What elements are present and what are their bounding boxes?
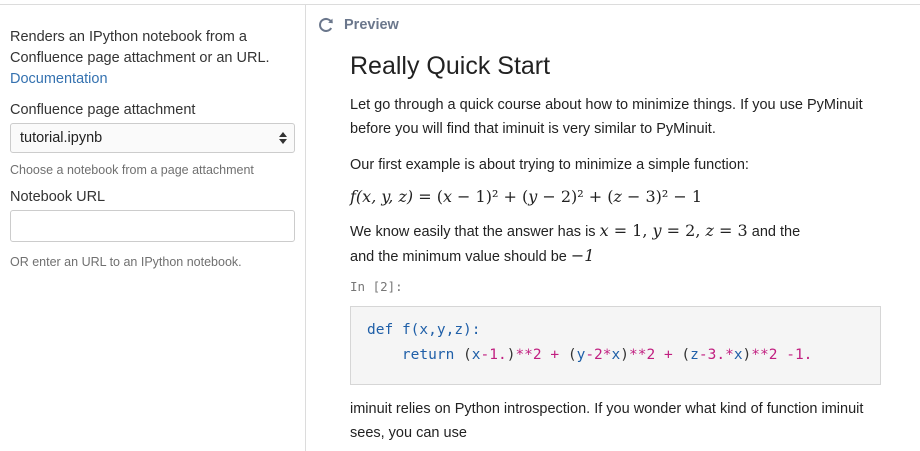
- url-label: Notebook URL: [10, 189, 106, 205]
- notebook-paragraph-1: Let go through a quick course about how …: [350, 97, 863, 137]
- attachment-hint: Choose a notebook from a page attachment: [10, 163, 254, 177]
- preview-header: Preview: [316, 14, 399, 36]
- attachment-selected-value: tutorial.ipynb: [20, 130, 103, 146]
- url-hint: OR enter an URL to an IPython notebook.: [10, 255, 242, 269]
- description-text: Renders an IPython notebook from a Confl…: [10, 29, 270, 66]
- code-cell: def f(x,y,z): return (x-1.)**2 + (y-2*x)…: [350, 306, 881, 385]
- notebook-heading: Really Quick Start: [350, 52, 551, 80]
- para3-middle: and the minimum value should be: [350, 249, 567, 265]
- select-arrows-icon: [279, 132, 287, 144]
- code-def-keyword: def: [367, 322, 394, 338]
- macro-parameters-panel: Renders an IPython notebook from a Confl…: [10, 27, 295, 269]
- minimum-value: −1: [570, 246, 595, 265]
- preview-title: Preview: [344, 17, 399, 33]
- notebook-preview: Really Quick Start Let go through a quic…: [350, 52, 882, 445]
- code-function-signature: f(x,y,z):: [401, 322, 481, 338]
- documentation-link[interactable]: Documentation: [10, 71, 108, 87]
- macro-description: Renders an IPython notebook from a Confl…: [10, 27, 295, 90]
- code-line-1: def f(x,y,z):: [367, 322, 481, 338]
- input-prompt: In [2]:: [350, 279, 403, 294]
- panel-divider: [305, 5, 306, 451]
- function-equation: f(x, y, z) = (x − 1)² + (y − 2)² + (z − …: [350, 187, 703, 206]
- para3-before: We know easily that the answer has is: [350, 224, 596, 240]
- para3-and: and the: [751, 224, 801, 240]
- answer-equation: x = 1, y = 2, z = 3: [599, 221, 748, 240]
- notebook-paragraph-3: We know easily that the answer has is x …: [350, 219, 882, 269]
- attachment-select[interactable]: tutorial.ipynb: [10, 123, 295, 153]
- code-return-keyword: return: [401, 347, 455, 363]
- top-border: [0, 4, 920, 5]
- refresh-icon[interactable]: [316, 16, 336, 34]
- notebook-paragraph-4: iminuit relies on Python introspection. …: [350, 401, 864, 441]
- attachment-label: Confluence page attachment: [10, 102, 196, 118]
- code-line-2: return (x-1.)**2 + (y-2*x)**2 + (z-3.*x)…: [401, 347, 813, 363]
- notebook-paragraph-2: Our first example is about trying to min…: [350, 157, 749, 173]
- notebook-url-input[interactable]: [10, 210, 295, 242]
